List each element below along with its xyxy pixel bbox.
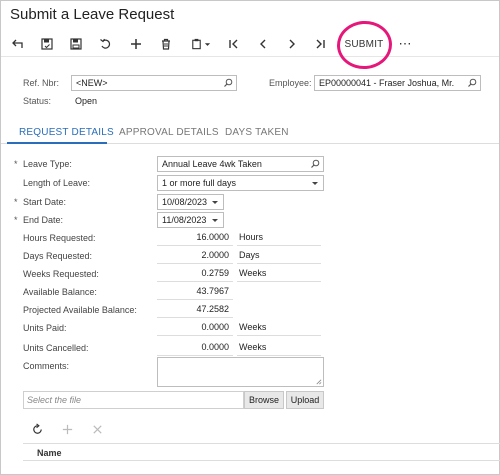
- add-icon[interactable]: [127, 35, 145, 53]
- tab-days-taken[interactable]: DAYS TAKEN: [225, 127, 289, 138]
- chevron-down-icon: [312, 182, 318, 185]
- tab-request-details[interactable]: REQUEST DETAILS: [19, 127, 114, 138]
- weeks-requested-value: 0.2759: [157, 266, 233, 282]
- files-grid-header: Name: [23, 443, 500, 461]
- tab-approval-details[interactable]: APPROVAL DETAILS: [119, 127, 219, 138]
- leave-type-label: Leave Type:: [23, 159, 72, 169]
- length-of-leave-label: Length of Leave:: [23, 178, 91, 188]
- start-date-label: Start Date:: [23, 197, 67, 207]
- active-tab-indicator: [7, 142, 107, 144]
- resize-handle-icon[interactable]: [315, 378, 322, 385]
- ref-nbr-label: Ref. Nbr:: [23, 78, 60, 88]
- end-date-label: End Date:: [23, 215, 64, 225]
- toolbar: SUBMIT ⋯: [1, 31, 499, 57]
- chevron-down-icon: [204, 42, 210, 46]
- start-date-field[interactable]: 10/08/2023: [157, 194, 224, 210]
- save-icon[interactable]: [67, 35, 85, 53]
- refresh-icon[interactable]: [31, 423, 44, 436]
- search-icon[interactable]: [467, 78, 477, 88]
- days-requested-unit: Days: [237, 248, 321, 264]
- upload-button[interactable]: Upload: [286, 391, 324, 409]
- next-record-icon[interactable]: [283, 35, 301, 53]
- status-label: Status:: [23, 96, 52, 106]
- units-cancelled-value: 0.0000: [157, 340, 233, 356]
- hours-requested-value: 16.0000: [157, 230, 233, 246]
- previous-record-icon[interactable]: [254, 35, 272, 53]
- first-record-icon[interactable]: [225, 35, 243, 53]
- units-paid-label: Units Paid:: [23, 323, 67, 333]
- employee-field[interactable]: EP00000041 - Fraser Joshua, Mr.: [314, 75, 481, 91]
- copy-paste-icon[interactable]: [187, 35, 213, 53]
- units-paid-unit: Weeks: [237, 320, 321, 336]
- hours-requested-label: Hours Requested:: [23, 233, 96, 243]
- ref-nbr-field[interactable]: <NEW>: [71, 75, 237, 91]
- submit-button[interactable]: SUBMIT: [339, 35, 389, 53]
- days-requested-value: 2.0000: [157, 248, 233, 264]
- more-menu-icon[interactable]: ⋯: [396, 35, 414, 53]
- chevron-down-icon: [212, 201, 218, 204]
- required-marker: *: [14, 159, 18, 169]
- file-select-input[interactable]: Select the file: [23, 391, 244, 409]
- add-row-icon[interactable]: [61, 423, 74, 436]
- projected-balance-label: Projected Available Balance:: [23, 305, 137, 315]
- file-upload-row: Select the file Browse Upload: [23, 391, 324, 409]
- projected-balance-value: 47.2582: [157, 302, 233, 318]
- hours-requested-unit: Hours: [237, 230, 321, 246]
- units-paid-value: 0.0000: [157, 320, 233, 336]
- weeks-requested-unit: Weeks: [237, 266, 321, 282]
- name-column-header[interactable]: Name: [37, 448, 62, 458]
- available-balance-label: Available Balance:: [23, 287, 97, 297]
- days-requested-label: Days Requested:: [23, 251, 93, 261]
- end-date-field[interactable]: 11/08/2023: [157, 212, 224, 228]
- required-marker: *: [14, 197, 18, 207]
- employee-label: Employee:: [269, 78, 312, 88]
- status-value: Open: [75, 96, 98, 106]
- browse-button[interactable]: Browse: [244, 391, 284, 409]
- length-of-leave-select[interactable]: 1 or more full days: [157, 175, 324, 191]
- tab-bar: REQUEST DETAILS APPROVAL DETAILS DAYS TA…: [1, 120, 499, 144]
- units-cancelled-unit: Weeks: [237, 340, 321, 356]
- chevron-down-icon: [212, 219, 218, 222]
- units-cancelled-label: Units Cancelled:: [23, 343, 89, 353]
- undo-icon[interactable]: [97, 35, 115, 53]
- comments-textarea[interactable]: [157, 357, 324, 387]
- save-and-close-icon[interactable]: [38, 35, 56, 53]
- page-title: Submit a Leave Request: [10, 6, 175, 23]
- required-marker: *: [14, 215, 18, 225]
- weeks-requested-label: Weeks Requested:: [23, 269, 99, 279]
- leave-request-window: Submit a Leave Request SUBMIT ⋯ Ref. Nbr…: [0, 0, 500, 475]
- back-icon[interactable]: [9, 35, 27, 53]
- delete-icon[interactable]: [157, 35, 175, 53]
- search-icon[interactable]: [223, 78, 233, 88]
- leave-type-field[interactable]: Annual Leave 4wk Taken: [157, 156, 324, 172]
- available-balance-value: 43.7967: [157, 284, 233, 300]
- search-icon[interactable]: [310, 159, 320, 169]
- comments-label: Comments:: [23, 361, 70, 371]
- delete-row-icon[interactable]: [91, 423, 104, 436]
- last-record-icon[interactable]: [311, 35, 329, 53]
